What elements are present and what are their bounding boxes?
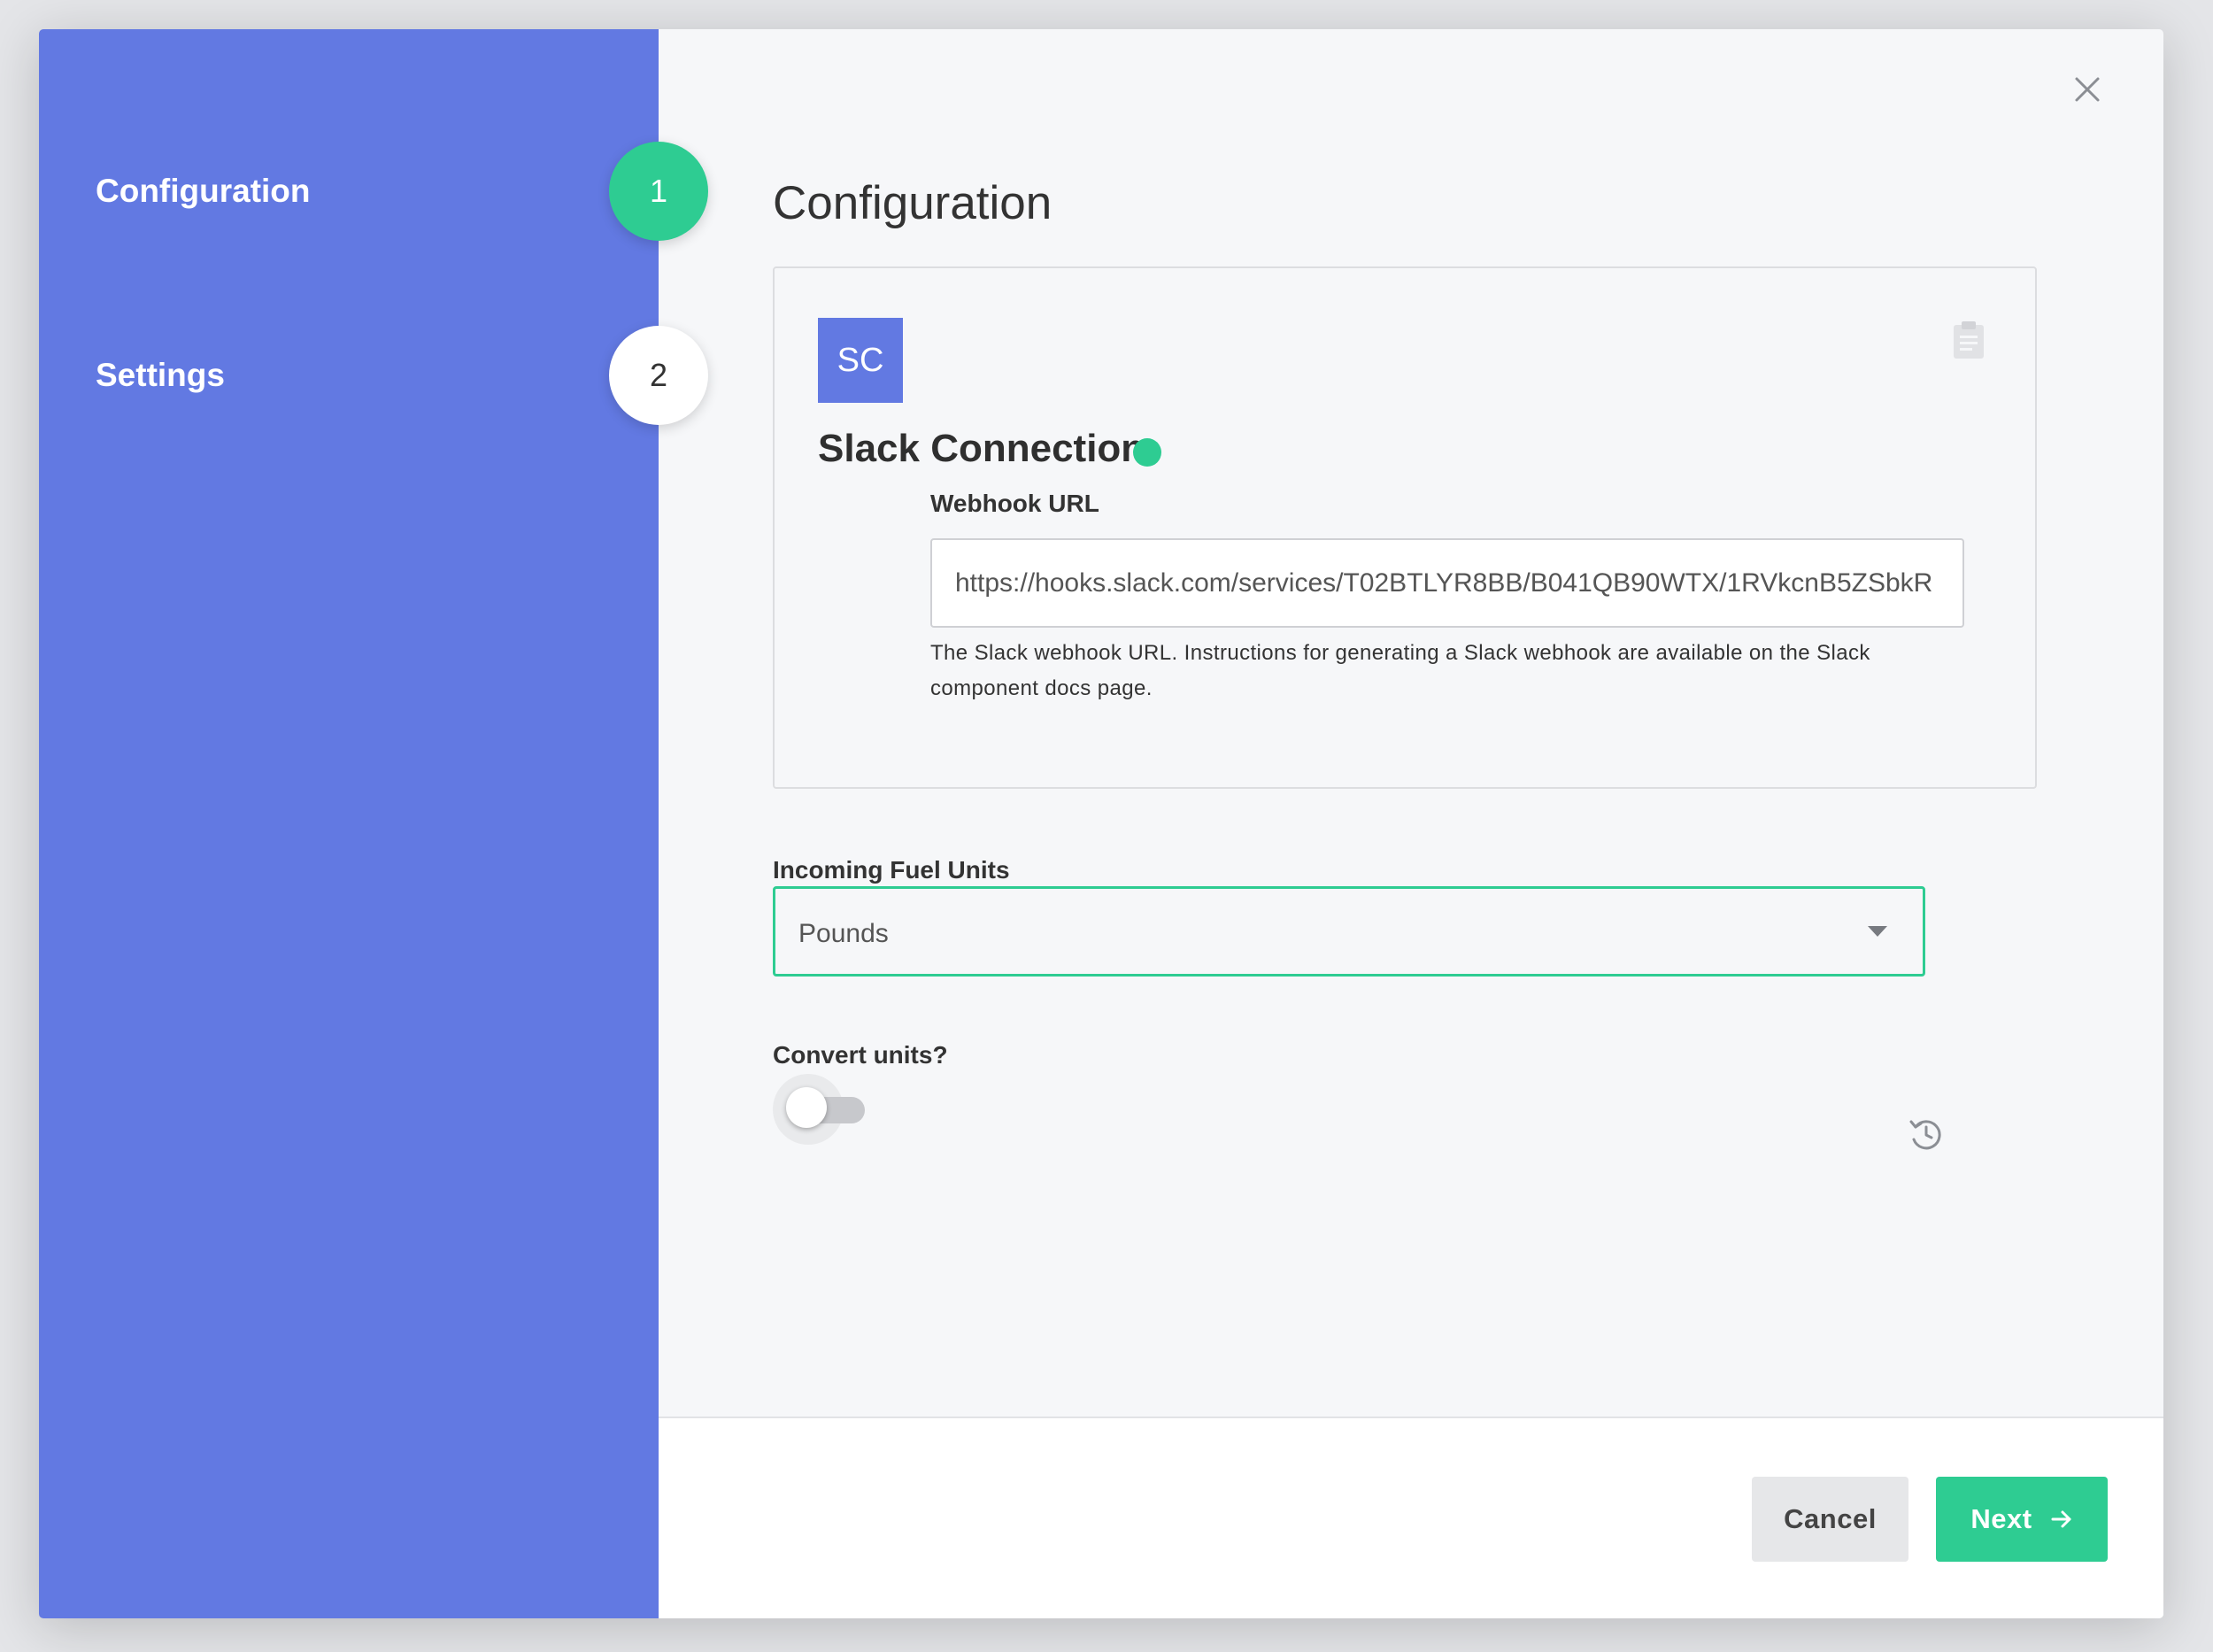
step-1-indicator[interactable]: 1	[609, 142, 708, 241]
step-settings-label[interactable]: Settings	[96, 359, 225, 391]
convert-units-toggle[interactable]	[773, 1074, 870, 1145]
cancel-button-label: Cancel	[1784, 1503, 1877, 1534]
clipboard-icon[interactable]	[1951, 320, 1986, 360]
step-configuration-label[interactable]: Configuration	[96, 174, 311, 207]
main-panel: Configuration SC Slack Connection Webhoo…	[659, 29, 2163, 1618]
step-2-indicator[interactable]: 2	[609, 326, 708, 425]
fuel-units-select[interactable]: Pounds	[773, 886, 1925, 977]
fuel-units-value: Pounds	[798, 919, 889, 948]
cancel-button[interactable]: Cancel	[1752, 1477, 1908, 1562]
webhook-url-label: Webhook URL	[930, 490, 1099, 517]
caret-down-icon	[1868, 926, 1887, 937]
connection-card: SC Slack Connection Webhook URL The Slac…	[773, 266, 2037, 789]
connection-avatar: SC	[818, 318, 903, 403]
toggle-thumb	[786, 1087, 827, 1128]
arrow-right-icon	[2051, 1510, 2071, 1528]
close-icon[interactable]	[2070, 72, 2105, 107]
status-dot	[1133, 438, 1161, 467]
webhook-url-input[interactable]	[930, 538, 1964, 628]
next-button-label: Next	[1970, 1503, 2032, 1534]
modal-footer: Cancel Next	[659, 1417, 2163, 1618]
config-modal: Configuration 1 Settings 2 Configuration…	[39, 29, 2163, 1618]
wizard-sidebar: Configuration 1 Settings 2	[39, 29, 708, 1618]
next-button[interactable]: Next	[1936, 1477, 2108, 1562]
connection-name: Slack Connection	[818, 427, 1145, 470]
reset-icon[interactable]	[1905, 1114, 1946, 1154]
fuel-units-label: Incoming Fuel Units	[773, 856, 1010, 884]
page-title: Configuration	[773, 177, 1053, 229]
webhook-help-text: The Slack webhook URL. Instructions for …	[930, 641, 1870, 700]
convert-units-label: Convert units?	[773, 1041, 948, 1069]
